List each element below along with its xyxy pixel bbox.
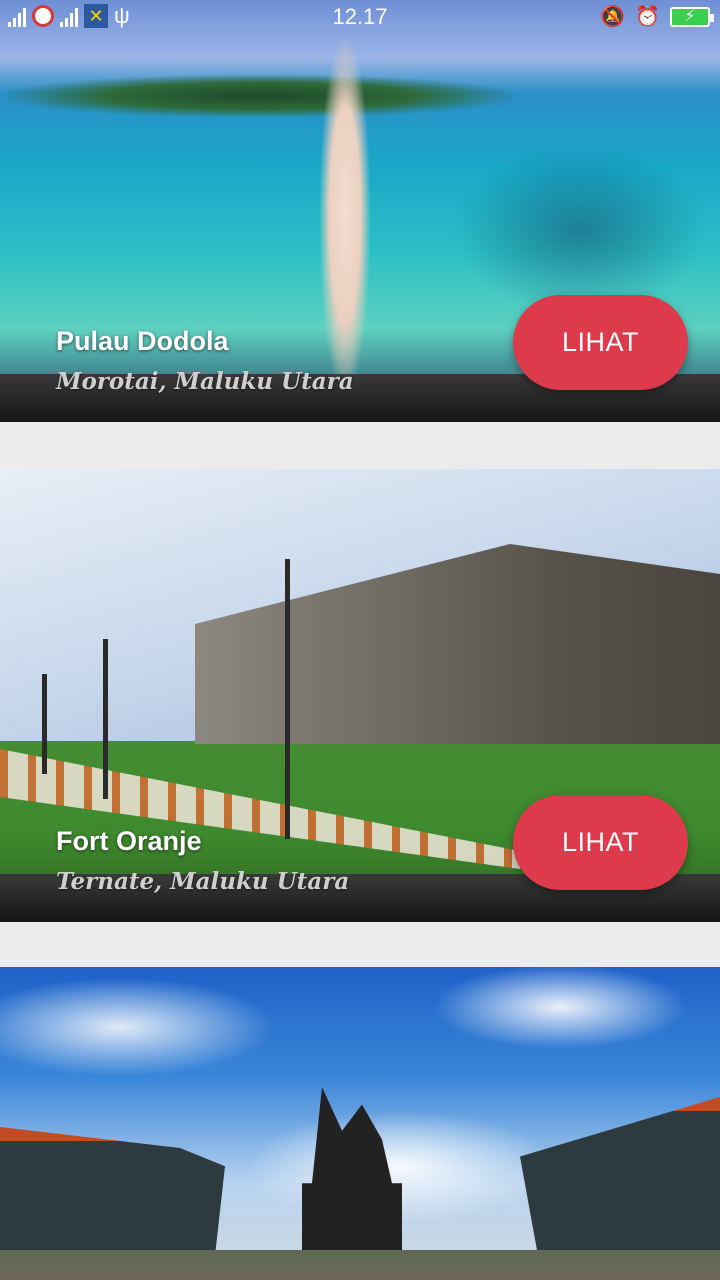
- battery-icon: ⚡: [670, 6, 714, 27]
- destination-location: Morotai, Maluku Utara: [56, 368, 354, 395]
- destination-card[interactable]: Pulau Dodola Morotai, Maluku Utara LIHAT: [0, 0, 720, 422]
- pavilion-left: [0, 1127, 225, 1267]
- lihat-button[interactable]: LIHAT: [513, 795, 688, 890]
- destination-photo: [0, 967, 720, 1280]
- street-lamp: [103, 639, 108, 799]
- destination-name: Pulau Dodola: [56, 326, 229, 356]
- destination-location: Ternate, Maluku Utara: [56, 868, 350, 895]
- destination-card[interactable]: Fort Oranje Ternate, Maluku Utara LIHAT: [0, 469, 720, 922]
- destination-name: Fort Oranje: [56, 826, 202, 856]
- charging-icon: ⚡: [684, 7, 696, 25]
- street-lamp: [42, 674, 47, 774]
- status-bar: ✕ ψ 12.17 🔕 ⏰ ⚡: [0, 0, 720, 36]
- fort-wall: [195, 544, 720, 744]
- status-right-icons: 🔕 ⏰ ⚡: [600, 4, 714, 29]
- lihat-button[interactable]: LIHAT: [513, 295, 688, 390]
- street-lamp: [285, 559, 290, 839]
- destination-card[interactable]: [0, 967, 720, 1280]
- plaza-ground: [0, 1250, 720, 1280]
- pavilion-right: [520, 1097, 720, 1267]
- bell-off-icon: 🔕: [600, 6, 626, 28]
- alarm-icon: ⏰: [635, 6, 660, 28]
- monument-statue: [302, 1087, 402, 1262]
